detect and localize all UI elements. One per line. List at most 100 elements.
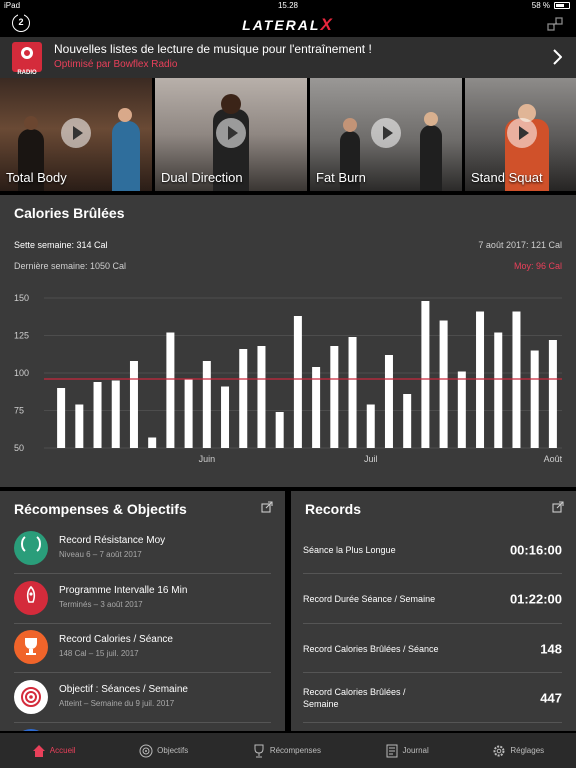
- records-card: Records Séance la Plus Longue 00:16:00 Rec…: [291, 491, 576, 731]
- calorie-bar[interactable]: [275, 412, 284, 448]
- workout-carousel: Total Body Dual Direction Fat Burn Stand…: [0, 78, 576, 191]
- reward-item[interactable]: Record Calories / Séance 148 Cal – 15 jui…: [0, 624, 285, 673]
- record-title: Séance la Plus Longue: [303, 544, 396, 555]
- tab-journal[interactable]: Journal: [379, 733, 435, 768]
- record-title: Record Calories Brûlées / Semaine: [303, 687, 406, 709]
- workout-label: Total Body: [6, 170, 67, 185]
- play-icon[interactable]: [61, 118, 91, 148]
- calorie-bar[interactable]: [293, 316, 302, 448]
- tab-recompenses[interactable]: Récompenses: [246, 733, 327, 768]
- trophy-icon: [14, 630, 48, 664]
- calorie-bar[interactable]: [93, 382, 102, 448]
- calorie-bar[interactable]: [366, 404, 375, 449]
- status-bar: iPad 15.28 58 %: [0, 0, 576, 12]
- tab-objectifs[interactable]: Objectifs: [133, 733, 194, 768]
- reward-item[interactable]: Objectif : Séances / Semaine Atteint – Se…: [0, 674, 285, 723]
- record-value: 00:16:00: [509, 542, 562, 557]
- records-title: Records: [305, 501, 362, 517]
- reward-item[interactable]: Programme Intervalle 16 Min Terminés – 3 …: [0, 575, 285, 624]
- record-item[interactable]: Record Calories Brûlées / Séance 148: [291, 624, 576, 673]
- workout-label: Dual Direction: [161, 170, 243, 185]
- calorie-bar[interactable]: [257, 346, 266, 448]
- calorie-bar[interactable]: [512, 311, 521, 449]
- calorie-bar[interactable]: [57, 388, 66, 448]
- workout-card-dual-direction[interactable]: Dual Direction: [155, 78, 307, 191]
- y-tick-label: 100: [14, 368, 29, 378]
- calorie-bar[interactable]: [221, 386, 230, 449]
- calories-title: Calories Brûlées: [14, 205, 125, 221]
- app-logo: LATERALX: [242, 15, 334, 34]
- reward-subtitle: Terminés – 3 août 2017: [59, 599, 143, 609]
- workout-card-total-body[interactable]: Total Body: [0, 78, 152, 191]
- calorie-bar[interactable]: [421, 301, 430, 448]
- last-week-calories: Dernière semaine: 1050 Cal: [14, 261, 127, 271]
- calorie-bar[interactable]: [202, 361, 211, 448]
- play-icon[interactable]: [371, 118, 401, 148]
- music-promo-banner[interactable]: RADIO Nouvelles listes de lecture de mus…: [0, 37, 576, 78]
- record-item[interactable]: Record Calories Brûlées / Semaine 447: [291, 674, 576, 723]
- app-header: 2 LATERALX: [0, 12, 576, 37]
- laurel-icon: [14, 531, 48, 565]
- external-link-icon[interactable]: [552, 501, 564, 513]
- calorie-bar[interactable]: [129, 361, 138, 448]
- workout-label: Stand Squat: [471, 170, 543, 185]
- calorie-bar[interactable]: [166, 332, 175, 449]
- rocket-icon: [14, 580, 48, 615]
- connect-icon[interactable]: [546, 15, 564, 33]
- calorie-bar[interactable]: [75, 404, 84, 449]
- average-calories: Moy: 96 Cal: [513, 261, 562, 271]
- calorie-bar[interactable]: [548, 340, 557, 448]
- record-item[interactable]: Record Durée Séance / Semaine 01:22:00: [291, 575, 576, 624]
- reward-subtitle: 148 Cal – 15 juil. 2017: [59, 649, 139, 658]
- external-link-icon[interactable]: [261, 501, 273, 513]
- calorie-bar[interactable]: [330, 346, 339, 448]
- play-icon[interactable]: [216, 118, 246, 148]
- rewards-title: Récompenses & Objectifs: [14, 501, 187, 517]
- reward-title: Record Résistance Moy: [59, 535, 166, 546]
- calorie-bar[interactable]: [184, 379, 193, 448]
- calorie-bar[interactable]: [111, 380, 120, 449]
- record-value: 148: [540, 641, 562, 656]
- trophy-icon: [254, 744, 264, 757]
- record-item[interactable]: Séance la Plus Longue 00:16:00: [291, 525, 576, 574]
- reward-subtitle: Atteint – Semaine du 9 juil. 2017: [59, 698, 175, 708]
- reward-title: Programme Intervalle 16 Min: [59, 584, 188, 596]
- y-tick-label: 50: [14, 443, 24, 453]
- calorie-bar[interactable]: [494, 332, 503, 449]
- calorie-bar[interactable]: [439, 320, 448, 449]
- calorie-bar[interactable]: [239, 349, 248, 448]
- calorie-bar[interactable]: [476, 311, 485, 449]
- calorie-bar[interactable]: [457, 371, 466, 449]
- calories-bar-chart[interactable]: 150 125 100 75 50 Juin Juil Août: [0, 290, 576, 475]
- calorie-bar[interactable]: [403, 394, 412, 448]
- clock: 15.28: [277, 1, 299, 10]
- chevron-right-icon[interactable]: [552, 49, 562, 65]
- battery-percent: 58 %: [531, 1, 550, 10]
- x-tick-label: Août: [544, 454, 563, 464]
- banner-title: Nouvelles listes de lecture de musique p…: [54, 42, 372, 56]
- reward-item[interactable]: Record Résistance Moy Niveau 6 – 7 août 2…: [0, 525, 285, 574]
- selected-day-calories: 7 août 2017: 121 Cal: [478, 240, 562, 250]
- record-title: Record Calories Brûlées / Séance: [303, 643, 439, 654]
- reward-item-partial[interactable]: [0, 723, 285, 731]
- calorie-bar[interactable]: [148, 437, 157, 449]
- battery-icon: [554, 2, 570, 9]
- record-title: Record Durée Séance / Semaine: [303, 594, 436, 604]
- y-tick-label: 150: [14, 293, 29, 303]
- calories-burned-card[interactable]: Calories Brûlées Sette semaine: 314 Cal …: [0, 195, 576, 487]
- reward-title: Objectif : Séances / Semaine: [59, 683, 188, 695]
- play-icon[interactable]: [507, 118, 537, 148]
- tab-accueil[interactable]: Accueil: [26, 733, 82, 768]
- calorie-bar[interactable]: [384, 355, 393, 448]
- calorie-bar[interactable]: [348, 337, 357, 448]
- x-tick-label: Juin: [199, 454, 216, 464]
- workout-card-stand-squat[interactable]: Stand Squat: [465, 78, 576, 191]
- x-tick-label: Juil: [364, 454, 378, 464]
- bottom-tab-bar: Accueil Objectifs Récompenses Journal Ré…: [0, 733, 576, 768]
- tab-reglages[interactable]: Réglages: [486, 733, 550, 768]
- workout-label: Fat Burn: [316, 170, 366, 185]
- target-icon: [14, 679, 48, 714]
- calorie-bar[interactable]: [530, 350, 539, 449]
- workout-card-fat-burn[interactable]: Fat Burn: [310, 78, 462, 191]
- record-value: 01:22:00: [509, 591, 562, 607]
